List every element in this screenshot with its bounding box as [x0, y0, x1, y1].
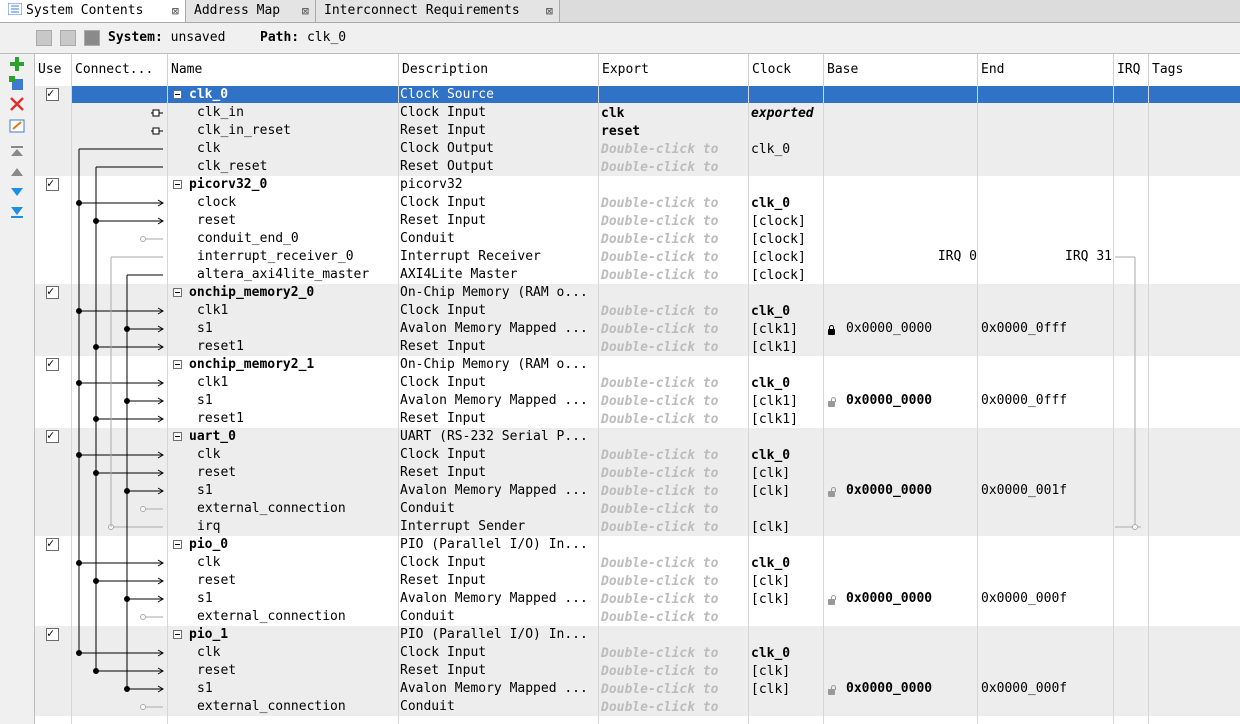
- column-separator: [1113, 86, 1114, 724]
- column-separator: [398, 86, 399, 724]
- system-bar: System: unsaved Path: clk_0: [0, 23, 1240, 54]
- conduit-connection-dot[interactable]: [140, 236, 146, 242]
- path-label: Path: clk_0: [260, 30, 347, 45]
- move-up-icon[interactable]: [9, 164, 25, 180]
- conduit-connection-dot[interactable]: [140, 614, 146, 620]
- column-separator: [71, 86, 72, 724]
- collapse-all-button[interactable]: [36, 30, 52, 46]
- tab-interconnect-requirements[interactable]: Interconnect Requirements ⊠: [316, 0, 560, 22]
- column-separator: [167, 86, 168, 724]
- export-port-icon: [152, 109, 160, 117]
- column-separator: [748, 86, 749, 724]
- add-component-icon[interactable]: [9, 76, 25, 92]
- conduit-connection-dot[interactable]: [140, 704, 146, 710]
- system-label: System: unsaved: [108, 30, 226, 45]
- irq-column-dot[interactable]: [1132, 524, 1138, 530]
- tab-address-map[interactable]: Address Map ⊠: [186, 0, 316, 22]
- system-value: unsaved: [170, 30, 226, 45]
- column-separator: [598, 86, 599, 724]
- connections-graph[interactable]: [35, 54, 1240, 724]
- tab-label: Address Map: [194, 3, 281, 18]
- close-tab-icon[interactable]: ⊠: [546, 0, 553, 22]
- move-up-button[interactable]: [60, 30, 76, 46]
- export-port-icon: [152, 127, 160, 135]
- remove-icon[interactable]: [9, 96, 25, 112]
- system-contents-table: Use Connect... Name Description Export Clock B…: [34, 54, 1240, 724]
- column-separator: [823, 86, 824, 724]
- tab-label: Interconnect Requirements: [324, 3, 520, 18]
- tab-system-contents[interactable]: System Contents ⊠: [0, 0, 186, 22]
- path-value: clk_0: [306, 30, 347, 45]
- move-top-icon[interactable]: [9, 144, 25, 160]
- hierarchy-icon[interactable]: [84, 30, 100, 46]
- close-tab-icon[interactable]: ⊠: [302, 0, 309, 22]
- add-icon[interactable]: [9, 56, 25, 72]
- left-toolbar: [0, 54, 34, 724]
- tab-label: System Contents: [26, 3, 144, 18]
- move-down-icon[interactable]: [9, 184, 25, 200]
- column-separator: [977, 86, 978, 724]
- conduit-connection-dot[interactable]: [140, 506, 146, 512]
- system-contents-icon: [7, 1, 23, 16]
- column-separator: [1148, 86, 1149, 724]
- move-bottom-icon[interactable]: [9, 204, 25, 220]
- close-tab-icon[interactable]: ⊠: [172, 0, 179, 22]
- tab-bar: System Contents ⊠ Address Map ⊠ Interconnect…: [0, 0, 1240, 23]
- edit-icon[interactable]: [9, 118, 25, 134]
